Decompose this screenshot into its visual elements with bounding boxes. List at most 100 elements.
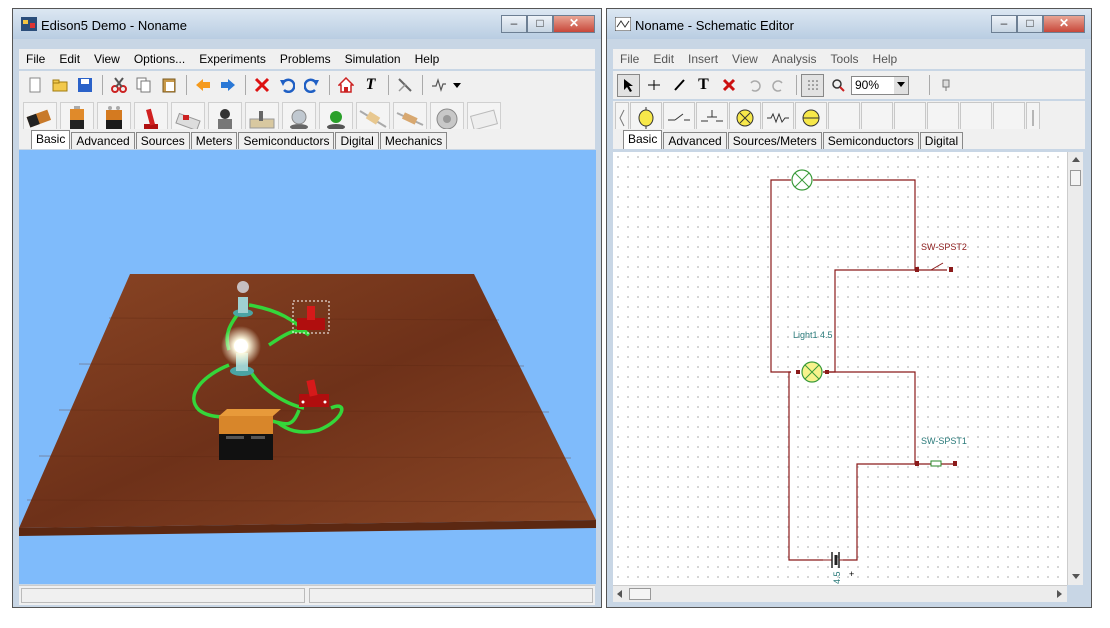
- edison-window: Edison5 Demo - Noname – □ ✕ File Edit Vi…: [12, 8, 602, 608]
- tab-sources-meters[interactable]: Sources/Meters: [727, 132, 822, 149]
- vertical-scrollbar[interactable]: [1067, 152, 1083, 585]
- schematic-window-title: Noname - Schematic Editor: [635, 18, 794, 33]
- chevron-down-icon[interactable]: [452, 74, 462, 97]
- tab-advanced[interactable]: Advanced: [71, 132, 135, 149]
- wire: [813, 179, 947, 271]
- menu-help[interactable]: Help: [408, 52, 447, 66]
- scroll-thumb[interactable]: [1070, 170, 1081, 186]
- toolbar-separator: [245, 75, 246, 95]
- menu-problems[interactable]: Problems: [273, 52, 338, 66]
- open-folder-icon[interactable]: [48, 74, 71, 97]
- menu-options[interactable]: Options...: [127, 52, 192, 66]
- switch1-label: SW-SPST1: [921, 436, 967, 446]
- schematic-menubar: File Edit Insert View Analysis Tools Hel…: [613, 49, 1085, 69]
- tab-digital[interactable]: Digital: [919, 132, 964, 149]
- tab-digital[interactable]: Digital: [335, 132, 379, 149]
- probe-icon[interactable]: [393, 74, 416, 97]
- grid-toggle-icon[interactable]: [801, 73, 824, 97]
- undo-icon[interactable]: [742, 74, 765, 97]
- wire: [788, 371, 823, 561]
- edison-component-tabs: Basic Advanced Sources Meters Semiconduc…: [19, 129, 595, 149]
- menu-insert[interactable]: Insert: [681, 52, 725, 66]
- menu-file[interactable]: File: [19, 52, 52, 66]
- arrow-right-icon[interactable]: [216, 74, 239, 97]
- probe-icon[interactable]: [934, 74, 957, 97]
- switch-spst2-symbol[interactable]: [915, 262, 953, 272]
- schematic-titlebar[interactable]: Noname - Schematic Editor – □ ✕: [607, 9, 1091, 39]
- pencil-icon[interactable]: [667, 74, 690, 97]
- copy-icon[interactable]: [132, 74, 155, 97]
- text-icon[interactable]: T: [692, 74, 715, 97]
- chevron-down-icon: [894, 76, 908, 94]
- arrow-left-icon[interactable]: [191, 74, 214, 97]
- maximize-button[interactable]: □: [527, 15, 553, 33]
- paste-icon[interactable]: [157, 74, 180, 97]
- schematic-window: Noname - Schematic Editor – □ ✕ File Edi…: [606, 8, 1092, 608]
- toolbar-separator: [329, 75, 330, 95]
- undo-icon[interactable]: [275, 74, 298, 97]
- wire: [843, 463, 915, 561]
- tab-semiconductors[interactable]: Semiconductors: [238, 132, 335, 149]
- scroll-right-icon[interactable]: [1053, 586, 1067, 602]
- toolbar-separator: [388, 75, 389, 95]
- menu-edit[interactable]: Edit: [52, 52, 87, 66]
- menu-view[interactable]: View: [725, 52, 765, 66]
- home-icon[interactable]: [334, 74, 357, 97]
- close-button[interactable]: ✕: [553, 15, 595, 33]
- tab-advanced[interactable]: Advanced: [663, 132, 727, 149]
- maximize-button[interactable]: □: [1017, 15, 1043, 33]
- wire: [823, 371, 955, 465]
- battery-plus-label: +: [849, 569, 854, 579]
- battery-symbol[interactable]: [823, 552, 843, 568]
- scroll-up-icon[interactable]: [1068, 152, 1083, 168]
- menu-experiments[interactable]: Experiments: [192, 52, 273, 66]
- lamp-symbol[interactable]: [791, 169, 813, 191]
- edison-status-bar: [19, 585, 595, 605]
- menu-simulation[interactable]: Simulation: [338, 52, 408, 66]
- schematic-toolbar: T 90%: [613, 71, 1085, 99]
- zoom-icon[interactable]: [826, 74, 849, 97]
- redo-icon[interactable]: [300, 74, 323, 97]
- select-pointer-icon[interactable]: [617, 73, 640, 97]
- menu-analysis[interactable]: Analysis: [765, 52, 824, 66]
- edison-titlebar[interactable]: Edison5 Demo - Noname – □ ✕: [13, 9, 601, 39]
- redo-icon[interactable]: [767, 74, 790, 97]
- zoom-select[interactable]: 90%: [851, 75, 909, 95]
- menu-tools[interactable]: Tools: [824, 52, 866, 66]
- text-icon[interactable]: T: [359, 74, 382, 97]
- scroll-thumb[interactable]: [629, 588, 651, 600]
- workspace-3d[interactable]: [19, 150, 596, 584]
- minimize-button[interactable]: –: [501, 15, 527, 33]
- minimize-button[interactable]: –: [991, 15, 1017, 33]
- tab-basic[interactable]: Basic: [31, 130, 71, 149]
- tab-semiconductors[interactable]: Semiconductors: [822, 132, 919, 149]
- scroll-left-icon[interactable]: [613, 586, 627, 602]
- schematic-canvas[interactable]: SW-SPST2 Light1 4.5 SW-SPST1 + 4.5: [613, 152, 1073, 585]
- cut-icon[interactable]: [107, 74, 130, 97]
- close-button[interactable]: ✕: [1043, 15, 1085, 33]
- tab-meters[interactable]: Meters: [190, 132, 238, 149]
- waveform-icon[interactable]: [427, 74, 450, 97]
- toolbar-separator: [929, 75, 930, 95]
- switch-spst1-symbol[interactable]: [915, 460, 957, 467]
- workbench-scene: [19, 274, 596, 536]
- save-icon[interactable]: [73, 74, 96, 97]
- tab-sources[interactable]: Sources: [135, 132, 190, 149]
- battery-6v[interactable]: [219, 409, 281, 460]
- scroll-down-icon[interactable]: [1068, 569, 1084, 585]
- wire-tool-icon[interactable]: [642, 74, 665, 97]
- menu-view[interactable]: View: [87, 52, 127, 66]
- horizontal-scrollbar[interactable]: [613, 585, 1067, 602]
- schematic-app-icon: [615, 17, 631, 31]
- menu-file[interactable]: File: [613, 52, 646, 66]
- edison-app-icon: [21, 17, 37, 31]
- menu-help[interactable]: Help: [866, 52, 905, 66]
- schematic-component-tabs: Basic Advanced Sources/Meters Semiconduc…: [613, 129, 1085, 149]
- tab-mechanics[interactable]: Mechanics: [379, 132, 448, 149]
- toolbar-separator: [422, 75, 423, 95]
- delete-icon[interactable]: [250, 74, 273, 97]
- delete-icon[interactable]: [717, 74, 740, 97]
- new-file-icon[interactable]: [23, 74, 46, 97]
- tab-basic[interactable]: Basic: [623, 130, 663, 149]
- menu-edit[interactable]: Edit: [646, 52, 681, 66]
